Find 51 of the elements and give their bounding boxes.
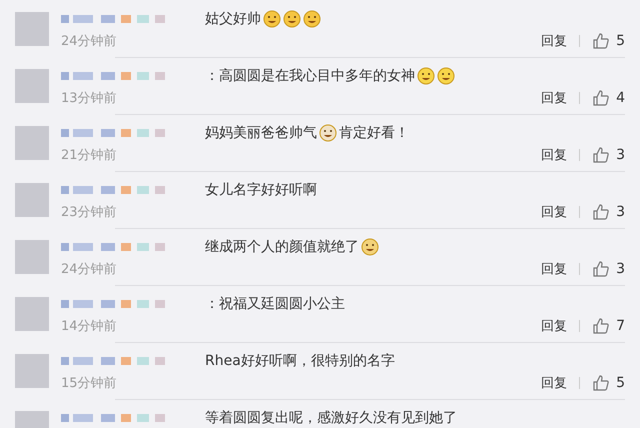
smiley-icon — [417, 67, 435, 85]
like-count: 5 — [616, 33, 625, 49]
smiley-icon — [283, 10, 301, 28]
comment-text: ：祝福又廷圆圆小公主 — [205, 295, 345, 313]
comment-time: 21分钟前 — [61, 147, 117, 164]
thumbs-up-icon[interactable] — [592, 317, 610, 335]
like-count: 3 — [616, 204, 625, 220]
avatar-placeholder[interactable] — [15, 12, 49, 46]
reply-link[interactable]: 回复 — [541, 374, 568, 392]
like-count: 5 — [616, 375, 625, 391]
thumbs-up-icon[interactable] — [592, 374, 610, 392]
avatar-placeholder[interactable] — [15, 69, 49, 103]
reply-link[interactable]: 回复 — [541, 203, 568, 221]
like-count: 7 — [616, 318, 625, 334]
comment-text: 女儿名字好好听啊 — [205, 181, 317, 199]
comment-text: ：高圆圆是在我心目中多年的女神 — [205, 67, 415, 85]
smiley-icon — [303, 10, 321, 28]
comment-text: Rhea好好听啊，很特别的名字 — [205, 352, 395, 370]
comment-text: 等着圆圆复出呢，感激好久没有见到她了 — [205, 409, 457, 427]
like-count: 3 — [616, 147, 625, 163]
thumbs-up-icon[interactable] — [592, 32, 610, 50]
thumbs-up-icon[interactable] — [592, 260, 610, 278]
avatar-placeholder[interactable] — [15, 240, 49, 274]
thumbs-up-icon[interactable] — [592, 146, 610, 164]
avatar-placeholder[interactable] — [15, 126, 49, 160]
comment-time: 24分钟前 — [61, 33, 117, 50]
avatar-placeholder[interactable] — [15, 297, 49, 331]
comment-time: 23分钟前 — [61, 204, 117, 221]
comment-text: 妈妈美丽爸爸帅气 — [205, 124, 317, 142]
like-count: 3 — [616, 261, 625, 277]
reply-link[interactable]: 回复 — [541, 32, 568, 50]
comment-time: 24分钟前 — [61, 261, 117, 278]
reply-link[interactable]: 回复 — [541, 317, 568, 335]
reply-link[interactable]: 回复 — [541, 260, 568, 278]
reply-link[interactable]: 回复 — [541, 146, 568, 164]
thumbs-up-icon[interactable] — [592, 89, 610, 107]
reply-link[interactable]: 回复 — [541, 89, 568, 107]
comment-text: 肯定好看！ — [339, 124, 409, 142]
comment-text: 姑父好帅 — [205, 10, 261, 28]
avatar-placeholder[interactable] — [15, 183, 49, 217]
smiley-icon — [361, 238, 379, 256]
like-count: 4 — [616, 90, 625, 106]
comment-time: 14分钟前 — [61, 318, 117, 335]
comment-time: 15分钟前 — [61, 375, 117, 392]
smiley-icon — [263, 10, 281, 28]
avatar-placeholder[interactable] — [15, 354, 49, 388]
comment-time: 13分钟前 — [61, 90, 117, 107]
smiley-icon — [437, 67, 455, 85]
thumbs-up-icon[interactable] — [592, 203, 610, 221]
comment-text: 继成两个人的颜值就绝了 — [205, 238, 359, 256]
smiley-icon — [319, 124, 337, 142]
